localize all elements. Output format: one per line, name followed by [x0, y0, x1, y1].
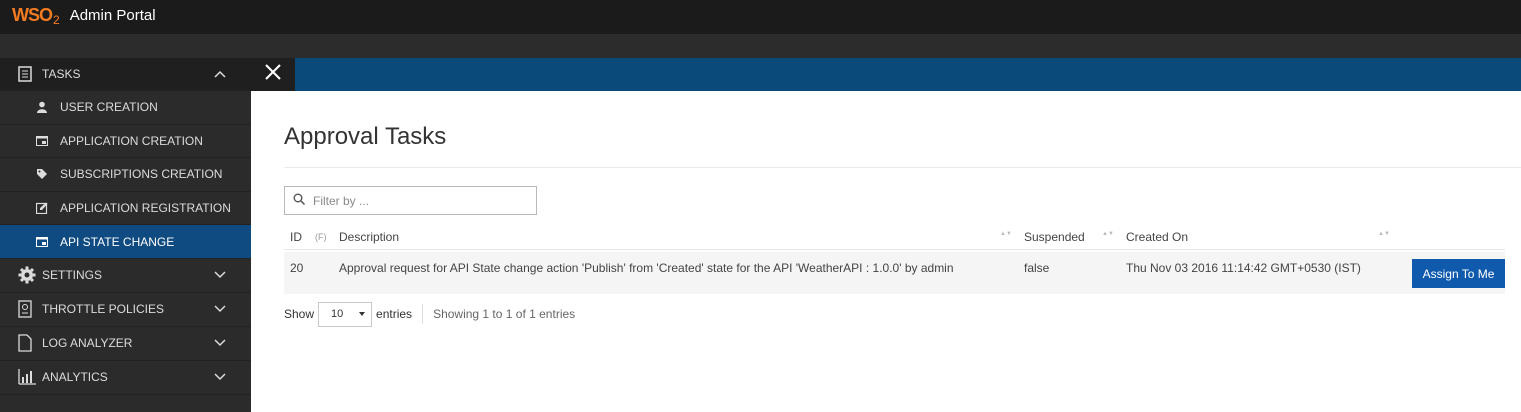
column-header-id[interactable]: ID — [290, 230, 302, 244]
sidebar-section-tasks[interactable]: TASKS — [0, 58, 251, 91]
sidebar-item-subscriptions-creation[interactable]: SUBSCRIPTIONS CREATION — [0, 158, 251, 192]
sub-header-bar — [0, 34, 1521, 58]
column-header-suspended[interactable]: Suspended — [1024, 230, 1085, 244]
sidebar-section-label: LOG ANALYZER — [42, 336, 133, 351]
sort-icon[interactable]: ▲▼ — [1378, 231, 1390, 237]
sidebar-section-analytics[interactable]: ANALYTICS — [0, 361, 251, 395]
search-icon — [293, 192, 306, 210]
chart-icon — [18, 369, 36, 386]
sidebar-item-label: APPLICATION CREATION — [60, 133, 203, 148]
sidebar-section-label: ANALYTICS — [42, 370, 108, 385]
close-sidebar-button[interactable] — [251, 58, 295, 91]
policy-icon — [18, 300, 36, 319]
divider — [284, 167, 1521, 168]
sidebar-section-label: SETTINGS — [42, 268, 103, 283]
window-icon — [36, 135, 54, 146]
edit-icon — [36, 202, 54, 215]
show-label: Show — [284, 307, 315, 321]
table-header: ID (F) Description ▲▼ Suspended ▲▼ Creat… — [284, 224, 1505, 250]
app-title: Admin Portal — [69, 6, 156, 24]
column-header-description[interactable]: Description — [339, 230, 399, 244]
main-content: Approval Tasks ID (F) Description ▲▼ Sus… — [251, 91, 1521, 412]
entries-label: entries — [376, 307, 413, 321]
gear-icon — [18, 266, 36, 284]
sidebar-item-label: API STATE CHANGE — [60, 234, 175, 249]
top-header: WSO 2 Admin Portal — [0, 0, 1521, 34]
page-size-value: 10 — [331, 308, 344, 320]
assign-to-me-button[interactable]: Assign To Me — [1412, 259, 1505, 288]
chevron-up-icon[interactable] — [213, 69, 227, 79]
panel-header-bar — [251, 58, 1521, 91]
sort-icon[interactable]: ▲▼ — [1102, 231, 1114, 237]
sidebar-item-label: USER CREATION — [60, 100, 158, 115]
sidebar-item-label: SUBSCRIPTIONS CREATION — [60, 167, 223, 182]
column-header-created-on[interactable]: Created On — [1126, 230, 1188, 244]
table-footer: Show 10 entries Showing 1 to 1 of 1 entr… — [284, 301, 575, 327]
file-icon — [18, 334, 36, 353]
sidebar: TASKS USER CREATION APPLICATION CREATION… — [0, 58, 251, 412]
user-icon — [36, 101, 54, 114]
divider — [422, 304, 424, 324]
cell-suspended: false — [1024, 261, 1050, 275]
close-icon — [265, 64, 281, 85]
sort-icon[interactable]: ▲▼ — [1000, 231, 1012, 237]
chevron-down-icon[interactable] — [213, 304, 227, 314]
dropdown-arrow-icon — [359, 311, 366, 316]
sidebar-section-throttle-policies[interactable]: THROTTLE POLICIES — [0, 293, 251, 327]
sidebar-item-application-registration[interactable]: APPLICATION REGISTRATION — [0, 192, 251, 226]
cell-description: Approval request for API State change ac… — [339, 261, 954, 275]
logo-main-text: WSO — [12, 4, 53, 25]
tasks-icon — [18, 66, 36, 82]
chevron-down-icon[interactable] — [213, 372, 227, 382]
sidebar-item-application-creation[interactable]: APPLICATION CREATION — [0, 125, 251, 159]
table-row: 20 Approval request for API State change… — [284, 252, 1505, 294]
chevron-down-icon[interactable] — [213, 338, 227, 348]
sidebar-item-api-state-change[interactable]: API STATE CHANGE — [0, 225, 251, 259]
sidebar-item-user-creation[interactable]: USER CREATION — [0, 91, 251, 125]
sidebar-section-log-analyzer[interactable]: LOG ANALYZER — [0, 327, 251, 361]
chevron-down-icon[interactable] — [213, 270, 227, 280]
column-header-flag[interactable]: (F) — [315, 232, 327, 242]
sidebar-section-settings[interactable]: SETTINGS — [0, 259, 251, 293]
window-icon — [36, 236, 54, 247]
sidebar-section-label: TASKS — [42, 67, 81, 81]
cell-created-on: Thu Nov 03 2016 11:14:42 GMT+0530 (IST) — [1126, 261, 1361, 275]
logo-sub-text: 2 — [53, 13, 60, 27]
sidebar-item-label: APPLICATION REGISTRATION — [60, 201, 231, 216]
sidebar-section-label: THROTTLE POLICIES — [42, 302, 165, 317]
cell-id: 20 — [290, 261, 304, 275]
wso2-logo[interactable]: WSO 2 Admin Portal — [12, 0, 156, 30]
entries-info: Showing 1 to 1 of 1 entries — [433, 307, 576, 321]
filter-box[interactable] — [284, 186, 537, 215]
filter-input[interactable] — [313, 193, 513, 208]
page-title: Approval Tasks — [284, 123, 447, 150]
tag-icon — [36, 168, 54, 180]
page-size-select[interactable]: 10 — [318, 301, 373, 327]
